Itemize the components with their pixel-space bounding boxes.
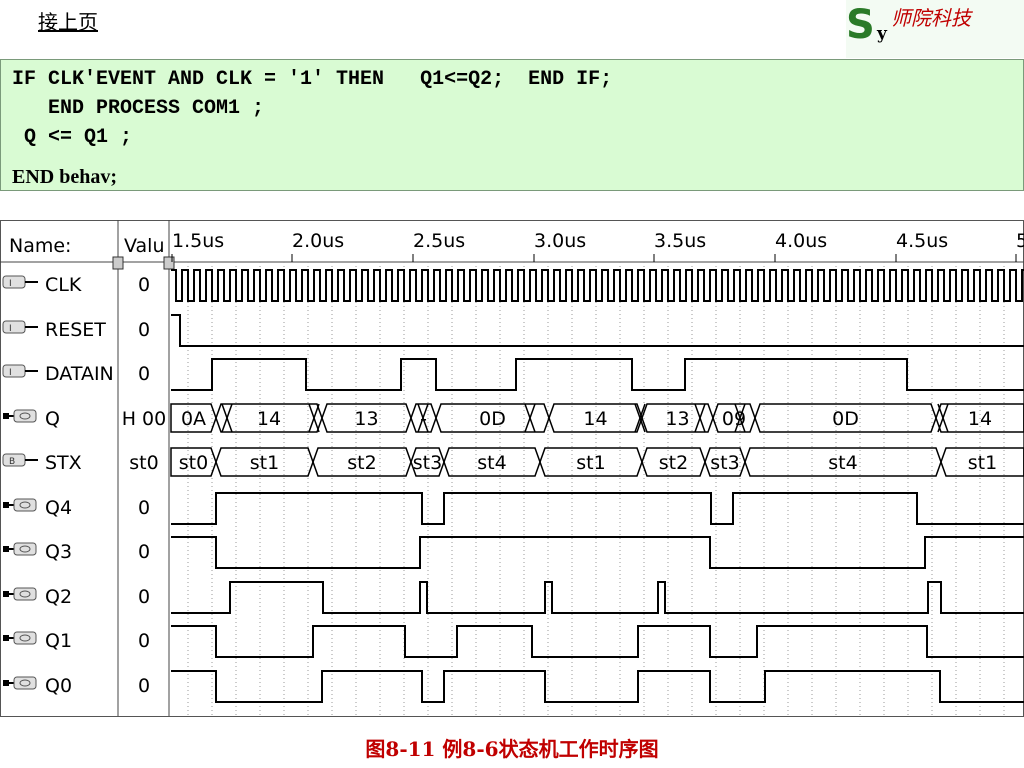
- time-axis-label: 3.0us: [534, 230, 586, 252]
- stx-bus-value-label: st2: [659, 452, 688, 474]
- signal-name: Q: [45, 408, 60, 430]
- column-splitter-handle[interactable]: [112, 256, 124, 270]
- time-axis-label: 3.5us: [654, 230, 706, 252]
- waveform-viewer: Name: Valu 1.5us 2.0us 2.5us 3.0us 3.5us 4.0us 4…: [0, 220, 1024, 720]
- signal-value: st0: [129, 452, 158, 474]
- stx-bus-value-label: st1: [968, 452, 997, 474]
- name-column-header: Name:: [9, 235, 71, 257]
- logo-letter-s: S: [846, 2, 875, 48]
- signal-value: 0: [138, 630, 150, 652]
- q-bus-value-label: 0D: [479, 408, 506, 430]
- time-axis-label: 2.5us: [413, 230, 465, 252]
- svg-text:B: B: [9, 457, 15, 467]
- signal-value: 0: [138, 586, 150, 608]
- q-bus-value-label: 14: [968, 408, 992, 430]
- signal-name: Q1: [45, 630, 72, 652]
- code-line-1: IF CLK'EVENT AND CLK = '1' THEN Q1<=Q2; …: [12, 68, 613, 91]
- continued-label: 接上页: [38, 10, 98, 34]
- signal-value: 0: [138, 319, 150, 341]
- stx-bus-value-label: st1: [250, 452, 279, 474]
- q-bus-value-label: 13: [665, 408, 689, 430]
- code-line-2: END PROCESS COM1 ;: [12, 97, 265, 120]
- signal-value: 0: [138, 363, 150, 385]
- signal-value: 0: [138, 675, 150, 697]
- svg-text:I: I: [9, 368, 12, 378]
- signal-name: Q4: [45, 497, 72, 519]
- svg-text:I: I: [9, 324, 12, 334]
- stx-bus-value-label: st2: [347, 452, 376, 474]
- signal-name: Q3: [45, 541, 72, 563]
- time-axis-label: 4.0us: [775, 230, 827, 252]
- signal-name: RESET: [45, 319, 106, 341]
- signal-name: DATAIN: [45, 363, 114, 385]
- time-axis-label: 2.0us: [292, 230, 344, 252]
- q-bus-value-label: 14: [583, 408, 607, 430]
- time-axis-label: 5: [1016, 230, 1024, 252]
- stx-bus-value-label: st0: [179, 452, 208, 474]
- stx-bus-value-label: st4: [828, 452, 857, 474]
- q-bus-value-label: 13: [354, 408, 378, 430]
- stx-bus-value-label: st1: [576, 452, 605, 474]
- signal-value: H 00: [122, 408, 167, 430]
- time-axis-label: 4.5us: [896, 230, 948, 252]
- logo-text: 师院科技: [891, 6, 971, 30]
- stx-bus-value-label: st3: [710, 452, 739, 474]
- signal-name: STX: [45, 452, 82, 474]
- q-bus-value-label: 14: [257, 408, 281, 430]
- stx-bus-value-label: st3: [413, 452, 442, 474]
- waveform-canvas: Name: Valu 1.5us 2.0us 2.5us 3.0us 3.5us 4.0us 4…: [0, 220, 1024, 717]
- svg-text:I: I: [9, 279, 12, 289]
- q-bus-value-label: 0A: [181, 408, 206, 430]
- signal-name: Q0: [45, 675, 72, 697]
- logo: S y 师院科技: [846, 0, 1024, 58]
- code-line-3: Q <= Q1 ;: [12, 126, 133, 149]
- figure-caption: 图8-11 例8-6状态机工作时序图: [365, 737, 659, 761]
- code-line-4: END behav;: [12, 166, 118, 188]
- logo-letter-y: y: [877, 24, 887, 44]
- signal-name: CLK: [45, 274, 82, 296]
- signal-value: 0: [138, 541, 150, 563]
- signal-value: 0: [138, 497, 150, 519]
- value-column-header: Valu: [124, 235, 165, 257]
- q-bus-value-label: 0D: [832, 408, 859, 430]
- code-block: IF CLK'EVENT AND CLK = '1' THEN Q1<=Q2; …: [0, 59, 1024, 191]
- signal-name: Q2: [45, 586, 72, 608]
- time-axis-label: 1.5us: [172, 230, 224, 252]
- signal-value: 0: [138, 274, 150, 296]
- stx-bus-value-label: st4: [477, 452, 506, 474]
